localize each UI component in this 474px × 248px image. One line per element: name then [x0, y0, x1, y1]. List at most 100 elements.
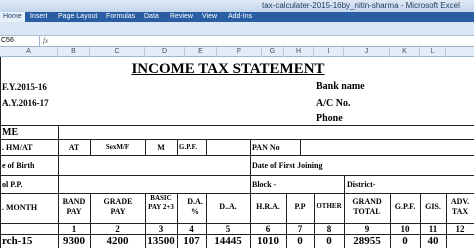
column-header-f[interactable]: F: [217, 47, 262, 57]
column-header-i[interactable]: I: [314, 47, 344, 57]
name-label: ME: [2, 127, 19, 138]
header-adv-tax: ADV. TAX: [450, 197, 470, 216]
header-gpf: G.P.F.: [394, 202, 416, 211]
sex-value: M: [157, 143, 165, 152]
tab-data[interactable]: Data: [144, 12, 159, 22]
statement-title: INCOME TAX STATEMENT: [131, 61, 325, 77]
header-basic-pay: BASIC PAY 2+3: [148, 194, 174, 211]
tab-insert[interactable]: Insert: [30, 12, 48, 22]
date-of-birth-label: e of Birth: [2, 161, 35, 170]
ribbon-tab-bar: Home Insert Page Layout Formulas Data Re…: [0, 12, 474, 22]
index-cell: 7: [297, 224, 303, 234]
tab-review[interactable]: Review: [170, 12, 193, 22]
date-of-joining-label: Date of First Joining: [252, 161, 323, 170]
grid-line: [58, 175, 59, 193]
hm-at-label: . HM/AT: [2, 143, 33, 152]
index-cell: 6: [265, 224, 271, 234]
block-label: Block -: [252, 180, 277, 189]
tab-formulas[interactable]: Formulas: [106, 12, 135, 22]
at-value: AT: [68, 143, 80, 152]
grid-line: [250, 155, 251, 175]
phone-label: Phone: [316, 113, 343, 124]
index-cell: 2: [115, 224, 120, 234]
index-cell: 10: [400, 224, 410, 234]
index-cell: 4: [189, 224, 194, 234]
tab-page-layout[interactable]: Page Layout: [58, 12, 97, 22]
month-cell: rch-15: [2, 235, 33, 247]
pp-cell: 0: [297, 235, 303, 247]
band-pay-cell: 9300: [63, 235, 85, 247]
grid-line: [0, 125, 474, 126]
index-cell: 9: [364, 224, 370, 234]
header-hra: H.R.A.: [256, 202, 280, 211]
index-cell: 8: [326, 224, 332, 234]
column-header-j[interactable]: J: [344, 47, 390, 57]
column-header-g[interactable]: G: [262, 47, 284, 57]
grid-line: [206, 139, 207, 155]
window-title: tax-calculater-2015-16by_nitin-sharma - …: [262, 1, 460, 10]
header-da: D..A.: [219, 202, 237, 211]
header-pp: P.P: [294, 202, 306, 211]
grid-line: [58, 139, 59, 155]
da-percent-cell: 107: [183, 235, 200, 247]
column-header-l[interactable]: L: [420, 47, 446, 57]
assessment-year: A.Y.2016-17: [2, 98, 49, 108]
grid-line: [0, 193, 474, 194]
column-header-a[interactable]: A: [0, 47, 58, 57]
grid-line: [177, 139, 178, 155]
financial-year: F.Y.2015-16: [2, 82, 47, 92]
other-cell: 0: [326, 235, 332, 247]
header-da-percent: D.A. %: [187, 197, 203, 216]
gis-cell: 40: [427, 235, 439, 247]
index-cell: 11: [428, 224, 438, 234]
tab-home[interactable]: Home: [0, 12, 25, 22]
basic-pay-cell: 13500: [147, 235, 175, 247]
formula-bar: C56 fx: [0, 36, 474, 47]
index-cell: 3: [158, 224, 164, 234]
header-gis: GIS.: [425, 202, 441, 211]
grid-line: [446, 193, 447, 248]
header-grand-total: GRAND TOTAL: [352, 197, 382, 216]
pp-label: ol P.P.: [2, 180, 23, 189]
pan-label: PAN No: [252, 143, 280, 152]
column-header-c[interactable]: C: [90, 47, 145, 57]
grid-line: [145, 139, 146, 155]
column-header-h[interactable]: H: [284, 47, 314, 57]
index-cell: 12: [455, 224, 465, 234]
grid-line: [58, 125, 59, 139]
index-cell: 1: [71, 224, 77, 234]
gpf-cell: 0: [402, 235, 408, 247]
window-title-bar: tax-calculater-2015-16by_nitin-sharma - …: [0, 0, 474, 12]
grid-line: [0, 155, 474, 156]
column-header-d[interactable]: D: [145, 47, 185, 57]
grid-line: [250, 175, 251, 193]
account-number-label: A/C No.: [316, 98, 351, 109]
column-header-e[interactable]: E: [185, 47, 217, 57]
sex-label: SexM/F: [105, 143, 130, 151]
ribbon-body: [0, 22, 474, 36]
tab-view[interactable]: View: [202, 12, 217, 22]
header-month: . MONTH: [2, 203, 38, 212]
column-header-k[interactable]: K: [390, 47, 420, 57]
district-label: District-: [347, 180, 376, 189]
header-grade-pay: GRADE PAY: [103, 197, 133, 216]
grid-line: [90, 139, 91, 155]
gpf-small-label: G.P.F.: [179, 143, 197, 151]
da-cell: 14445: [214, 235, 242, 247]
grid-line: [250, 139, 251, 155]
grid-line: [0, 57, 1, 248]
tab-add-ins[interactable]: Add-Ins: [228, 12, 252, 22]
grid-line: [344, 175, 345, 193]
fx-icon[interactable]: fx: [43, 36, 48, 46]
hra-cell: 1010: [257, 235, 279, 247]
grade-pay-cell: 4200: [106, 235, 129, 247]
grid-line: [300, 139, 301, 155]
worksheet-grid[interactable]: INCOME TAX STATEMENT F.Y.2015-16 A.Y.201…: [0, 57, 474, 248]
grid-line: [0, 139, 474, 140]
grid-line: [0, 175, 474, 176]
name-box[interactable]: C56: [0, 36, 40, 46]
header-other: OTHER: [316, 202, 342, 210]
bank-name-label: Bank name: [316, 81, 365, 92]
header-band-pay: BAND PAY: [62, 197, 86, 216]
column-header-b[interactable]: B: [58, 47, 90, 57]
